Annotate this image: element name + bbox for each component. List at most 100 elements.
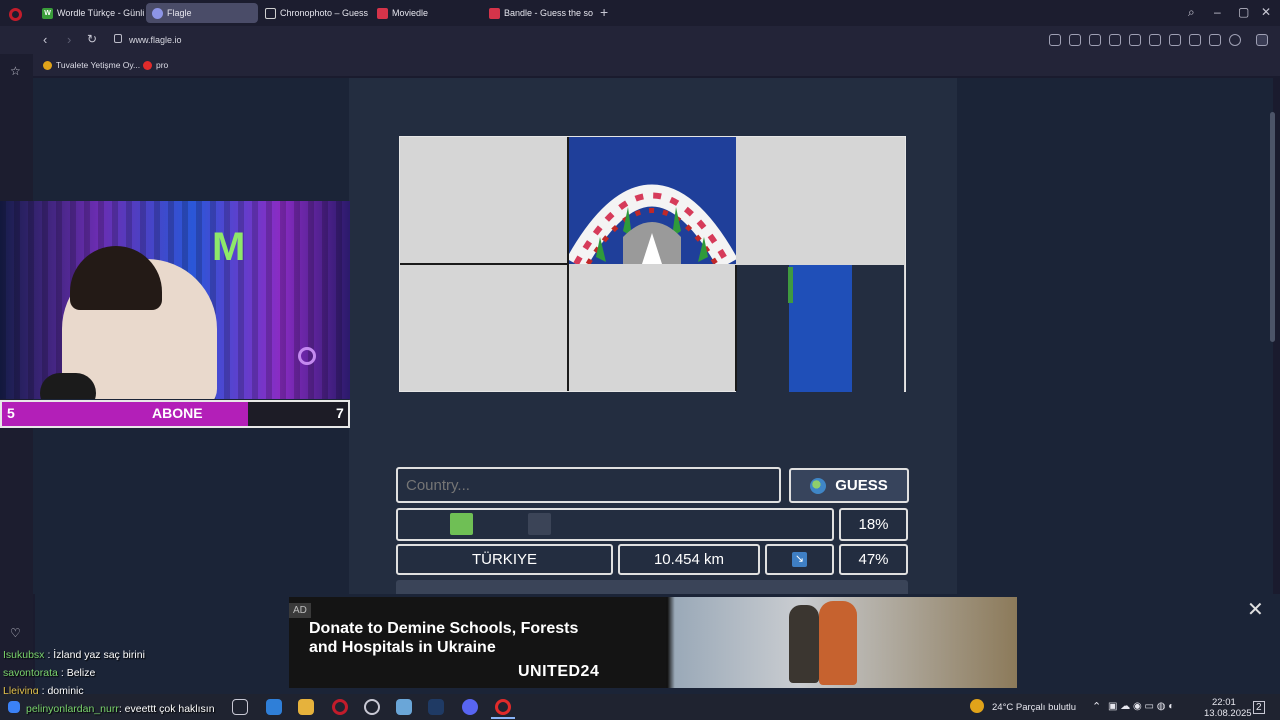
camera-favicon-icon xyxy=(265,7,276,19)
vpn-icon[interactable] xyxy=(1129,34,1141,46)
download-icon[interactable] xyxy=(1189,34,1201,46)
chat-text: : İzland yaz saç birini xyxy=(47,649,145,661)
tab-label: Chronophoto – Guess the xyxy=(280,8,369,18)
heart-icon[interactable]: ♡ xyxy=(10,626,21,640)
tab-bandle[interactable]: Bandle - Guess the song, xyxy=(483,3,593,23)
address-bar: ‹ › ↻ www.flagle.io xyxy=(0,26,1280,54)
wordle-favicon-icon: W xyxy=(42,7,53,19)
flag-grid xyxy=(399,136,906,392)
camera-icon[interactable] xyxy=(1089,34,1101,46)
heart-ext-icon[interactable] xyxy=(1169,34,1181,46)
ad-deminer-figure xyxy=(789,605,819,683)
maximize-icon[interactable]: ▢ xyxy=(1238,5,1249,19)
progress-square-empty xyxy=(528,513,551,535)
file-explorer-icon[interactable] xyxy=(298,699,314,715)
active-app-indicator xyxy=(491,717,515,719)
profile-icon[interactable] xyxy=(1229,34,1241,46)
clock-date[interactable]: 13.08.2025 xyxy=(1204,708,1252,719)
ad-banner[interactable]: AD Donate to Demine Schools, Forests and… xyxy=(289,597,1017,688)
new-tab-icon[interactable]: + xyxy=(600,4,608,20)
app-icon[interactable] xyxy=(266,699,282,715)
tab-moviedle[interactable]: Moviedle xyxy=(371,3,481,23)
clock-time[interactable]: 22:01 xyxy=(1212,697,1236,708)
weather-icon[interactable] xyxy=(970,699,984,713)
star-icon[interactable]: ☆ xyxy=(10,64,21,78)
forward-icon[interactable]: › xyxy=(67,32,71,47)
close-window-icon[interactable]: ✕ xyxy=(1261,5,1271,19)
guess-button[interactable]: GUESS xyxy=(789,468,909,503)
ad-deminer-figure xyxy=(819,601,857,685)
bookmark-tuvalete[interactable]: Tuvalete Yetişme Oy... xyxy=(43,60,140,70)
edit-icon[interactable] xyxy=(1069,34,1081,46)
sub-goal-bar: 5 ABONE 7 xyxy=(0,400,350,428)
tab-flagle[interactable]: Flagle xyxy=(146,3,258,23)
flag-tile-top-center xyxy=(568,137,736,264)
chat-text: : eveettt çok haklısın xyxy=(118,703,215,715)
guess-label: GUESS xyxy=(835,477,888,494)
shield-icon[interactable] xyxy=(1109,34,1121,46)
minimize-icon[interactable]: – xyxy=(1214,5,1221,19)
tab-label: Flagle xyxy=(167,8,192,18)
app-icon[interactable] xyxy=(364,699,380,715)
lock-icon xyxy=(114,34,122,43)
tray-icons[interactable]: ▣ ☁ ◉ ▭ ◍ ◐ xyxy=(1108,701,1174,712)
play-icon[interactable] xyxy=(1149,34,1161,46)
monster-logo-icon: M xyxy=(212,225,246,269)
weather-text[interactable]: 24°C Parçalı bulutlu xyxy=(992,702,1076,713)
neon-ring-icon xyxy=(298,347,316,365)
opera-icon[interactable] xyxy=(495,699,511,715)
steam-icon[interactable] xyxy=(428,699,444,715)
chat-user: savontorata xyxy=(3,667,58,679)
ad-tag: AD xyxy=(289,603,311,618)
country-input[interactable] xyxy=(396,467,781,503)
opera-gx-icon[interactable] xyxy=(332,699,348,715)
chat-user: pelinyonlardan_nurr xyxy=(26,703,119,715)
menu-icon[interactable] xyxy=(1209,34,1221,46)
discord-icon[interactable] xyxy=(462,699,478,715)
extension-icon[interactable] xyxy=(1256,34,1268,46)
trophy-icon xyxy=(43,60,52,70)
tab-wordle[interactable]: W Wordle Türkçe - Günlük K xyxy=(36,3,144,23)
tab-label: Wordle Türkçe - Günlük K xyxy=(57,8,144,18)
progress-percent: 18% xyxy=(839,508,908,541)
opera-logo-icon[interactable] xyxy=(9,8,22,21)
flag-emblem-garland-icon xyxy=(568,184,736,264)
ad-close-button[interactable]: ✕ xyxy=(1247,597,1264,622)
tab-bar: W Wordle Türkçe - Günlük K Flagle Chrono… xyxy=(0,0,1280,26)
back-icon[interactable]: ‹ xyxy=(43,32,47,47)
sub-goal-start: 5 xyxy=(7,405,15,421)
chat-user: Isukubsx xyxy=(3,649,45,661)
bookmarks-bar: Tuvalete Yetişme Oy... pro xyxy=(33,54,1280,76)
chat-text: : Belize xyxy=(60,667,96,679)
search-page-icon[interactable] xyxy=(1049,34,1061,46)
globe-icon xyxy=(810,477,827,494)
progress-squares xyxy=(396,508,834,541)
flagle-favicon-icon xyxy=(152,7,163,19)
page-scrollbar[interactable] xyxy=(1270,112,1275,342)
settings-icon[interactable] xyxy=(396,699,412,715)
bandle-favicon-icon xyxy=(489,7,500,19)
chat-message: Isukubsx: İzland yaz saç birini xyxy=(3,649,145,661)
windows-start-icon[interactable] xyxy=(8,701,20,713)
bookmark-pro[interactable]: pro xyxy=(143,60,168,70)
guess-country: TÜRKIYE xyxy=(396,544,613,575)
url-field[interactable]: www.flagle.io xyxy=(129,35,182,45)
tab-label: Bandle - Guess the song, xyxy=(504,8,593,18)
screen: W Wordle Türkçe - Günlük K Flagle Chrono… xyxy=(0,0,1280,720)
guess-distance: 10.454 km xyxy=(618,544,760,575)
tab-chronophoto[interactable]: Chronophoto – Guess the xyxy=(259,3,369,23)
game-panel: GUESS 18% TÜRKIYE 10.454 km ↘ 47% xyxy=(349,78,957,594)
task-view-icon[interactable] xyxy=(232,699,248,715)
tray-chevron-icon[interactable]: ⌃ xyxy=(1092,700,1101,713)
arrow-down-right-icon: ↘ xyxy=(792,552,807,567)
notification-icon[interactable]: 2 xyxy=(1253,701,1265,714)
guess-proximity: 47% xyxy=(839,544,908,575)
chat-message: pelinyonlardan_nurr: eveettt çok haklısı… xyxy=(26,703,215,715)
ad-brand: UNITED24 xyxy=(518,663,600,680)
bookmark-label: Tuvalete Yetişme Oy... xyxy=(56,60,141,70)
ad-banner-area: AD Donate to Demine Schools, Forests and… xyxy=(35,594,1280,694)
flag-tile-bottom-right xyxy=(736,265,904,392)
microphone xyxy=(40,373,96,399)
reload-icon[interactable]: ↻ xyxy=(87,32,97,46)
search-tabs-icon[interactable]: ⌕ xyxy=(1188,5,1195,20)
